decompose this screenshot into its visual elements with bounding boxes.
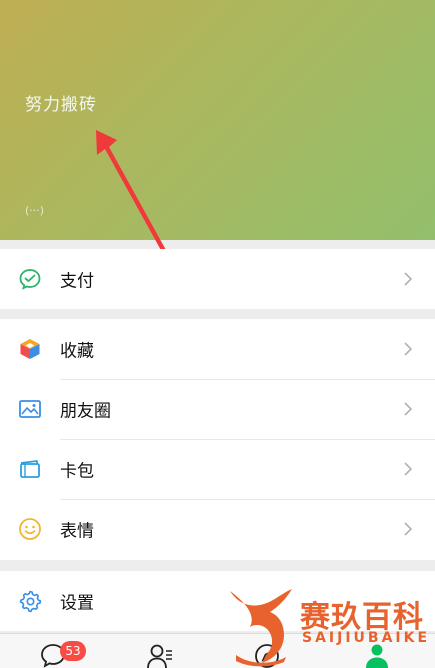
card-wallet-icon bbox=[20, 460, 40, 478]
menu-item-stickers[interactable]: 表情 bbox=[0, 499, 435, 559]
watermark-subtext: SAIJIUBAIKE bbox=[302, 630, 431, 646]
moments-image-icon bbox=[19, 400, 41, 418]
chevron-right-icon bbox=[404, 462, 413, 476]
unread-badge: 53 bbox=[60, 641, 86, 661]
menu-group-main: 收藏 朋友圈 卡包 表情 bbox=[0, 319, 435, 560]
menu-label-settings: 设置 bbox=[60, 593, 94, 614]
profile-nickname[interactable]: 努力搬砖 bbox=[25, 90, 97, 115]
chevron-right-icon bbox=[404, 272, 413, 286]
smiley-icon bbox=[19, 518, 41, 540]
menu-item-favorites[interactable]: 收藏 bbox=[0, 319, 435, 379]
menu-item-cards[interactable]: 卡包 bbox=[0, 439, 435, 499]
chevron-right-icon bbox=[404, 402, 413, 416]
menu-item-moments[interactable]: 朋友圈 bbox=[0, 379, 435, 439]
settings-gear-icon bbox=[19, 590, 42, 613]
chevron-right-icon bbox=[404, 522, 413, 536]
pay-icon bbox=[19, 269, 41, 290]
profile-header[interactable]: 努力搬砖 (···) bbox=[0, 0, 435, 240]
menu-label-pay: 支付 bbox=[60, 271, 94, 292]
menu-item-pay[interactable]: 支付 bbox=[0, 249, 435, 309]
menu-label-favorites: 收藏 bbox=[60, 341, 94, 362]
contacts-tab-icon[interactable] bbox=[145, 641, 175, 668]
menu-label-stickers: 表情 bbox=[60, 521, 94, 542]
status-indicator[interactable]: (···) bbox=[25, 204, 44, 217]
menu-label-moments: 朋友圈 bbox=[60, 401, 111, 422]
menu-label-cards: 卡包 bbox=[60, 461, 94, 482]
chevron-right-icon bbox=[404, 342, 413, 356]
favorites-cube-icon bbox=[20, 339, 40, 359]
menu-group-pay: 支付 bbox=[0, 249, 435, 309]
